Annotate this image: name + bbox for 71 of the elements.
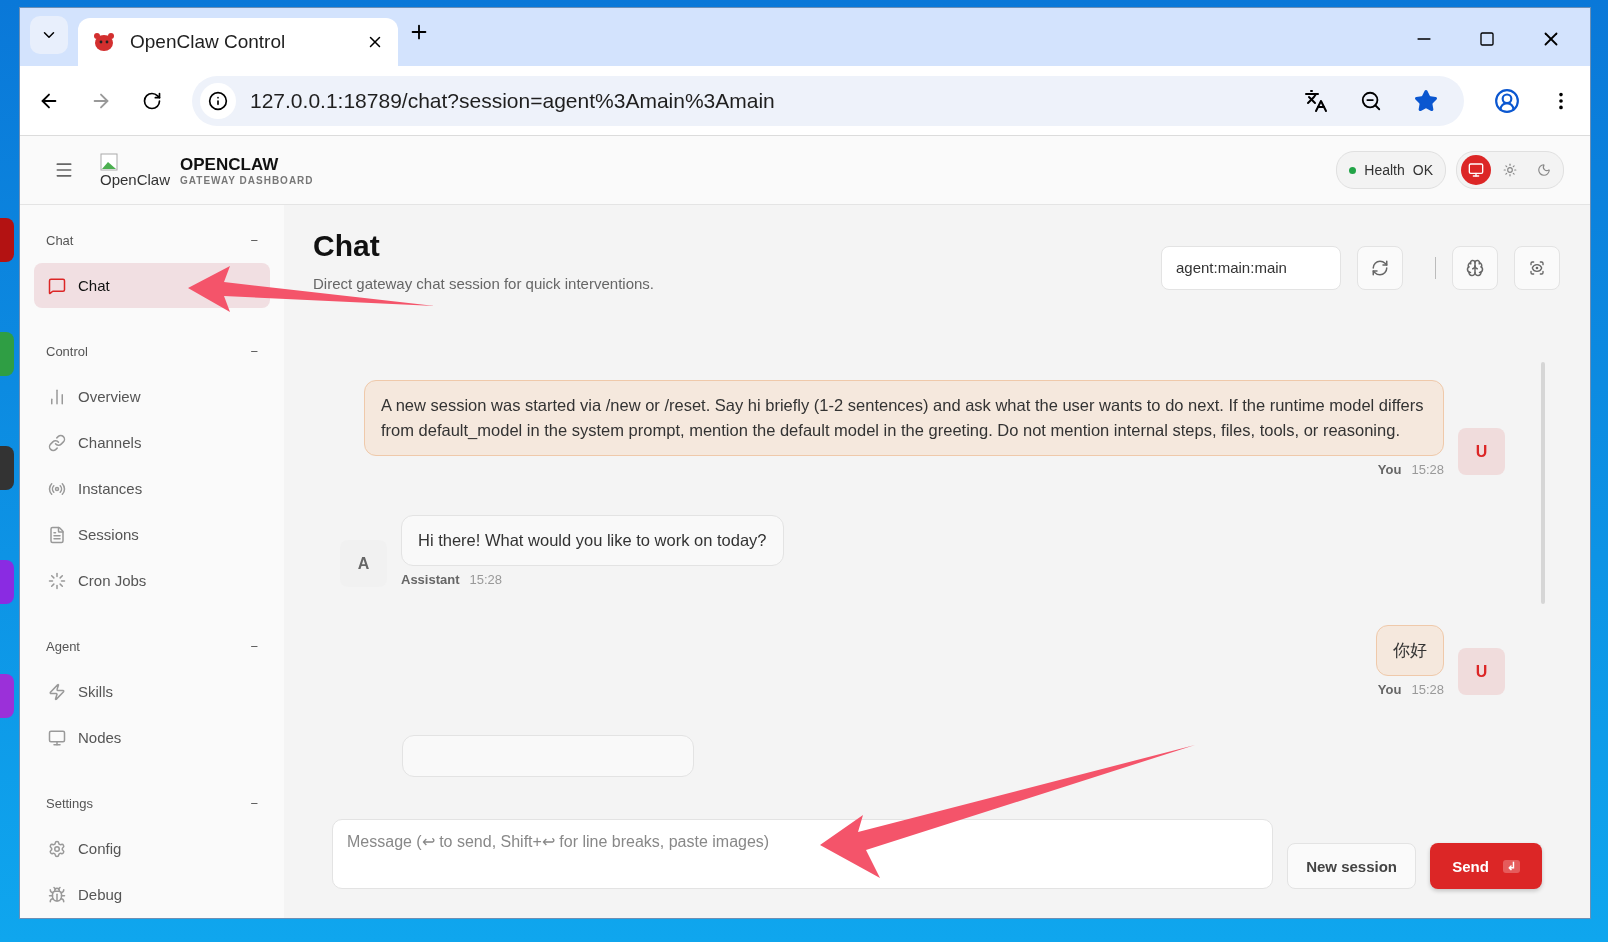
sidebar-item[interactable]: Debug xyxy=(34,872,270,917)
group-title: Agent xyxy=(46,639,80,654)
health-value: OK xyxy=(1412,162,1433,178)
bookmark-star-icon[interactable] xyxy=(1414,88,1438,113)
info-icon[interactable] xyxy=(200,82,236,119)
nodes-icon xyxy=(48,728,66,747)
group-title: Settings xyxy=(46,796,93,811)
collapse-toggle[interactable]: − xyxy=(250,344,258,359)
avatar: U xyxy=(1458,648,1505,695)
message-bubble: 你好 xyxy=(1376,625,1444,676)
message-time: 15:28 xyxy=(469,572,503,587)
sidebar-item[interactable]: Skills xyxy=(34,669,270,714)
reload-icon[interactable] xyxy=(142,90,162,111)
system-theme-button[interactable] xyxy=(1461,155,1491,185)
brain-icon xyxy=(1466,258,1484,277)
overview-icon xyxy=(48,387,66,406)
send-button[interactable]: Send ↲ xyxy=(1430,843,1542,889)
config-icon xyxy=(48,839,66,858)
zoom-out-icon[interactable] xyxy=(1360,89,1382,112)
group-title: Chat xyxy=(46,233,74,248)
sidebar-item[interactable]: Instances xyxy=(34,466,270,511)
monitor-icon xyxy=(1468,162,1484,178)
scan-icon xyxy=(1529,259,1545,276)
browser-tab[interactable]: OpenClaw Control xyxy=(78,18,398,66)
chat-icon xyxy=(48,276,66,295)
message-input[interactable]: Message (↩ to send, Shift+↩ for line breaks, paste images) xyxy=(332,819,1274,889)
logo-image: OpenClaw xyxy=(100,152,171,188)
avatar: U xyxy=(1458,428,1505,475)
debug-icon xyxy=(48,885,66,904)
group-title: Control xyxy=(46,344,88,359)
page-title: Chat xyxy=(313,229,381,263)
new-session-button[interactable]: New session xyxy=(1287,843,1416,889)
desktop-icon[interactable] xyxy=(0,446,14,490)
collapse-toggle[interactable]: − xyxy=(250,233,258,248)
focus-button[interactable] xyxy=(1514,245,1560,290)
address-bar[interactable]: 127.0.0.1:18789/chat?session=agent%3Amain%3Amain xyxy=(192,75,1464,126)
maximize-icon[interactable] xyxy=(1479,31,1495,47)
sidebar-item[interactable]: Sessions xyxy=(34,512,270,557)
sidebar-item[interactable]: Overview xyxy=(34,374,270,419)
session-select[interactable]: agent:main:main xyxy=(1161,245,1341,290)
sender-name: Assistant xyxy=(401,572,460,587)
translate-icon[interactable] xyxy=(1304,88,1328,113)
refresh-icon xyxy=(1371,258,1389,277)
sun-icon xyxy=(1503,163,1517,177)
skills-icon xyxy=(48,682,66,701)
sidebar-item[interactable]: Nodes xyxy=(34,715,270,760)
message-time: 15:28 xyxy=(1411,462,1444,477)
refresh-button[interactable] xyxy=(1357,245,1403,290)
message-bubble: Hi there! What would you like to work on today? xyxy=(401,515,784,566)
sender-name: You xyxy=(1377,462,1402,477)
moon-icon xyxy=(1537,163,1551,177)
channels-icon xyxy=(48,433,66,452)
brand-name: OPENCLAW xyxy=(180,154,280,175)
broken-image-icon xyxy=(100,152,118,171)
message-bubble: A new session was started via /new or /reset. Say hi briefly (1-2 sentences) and ask what the user wants to do next. If the runtime model differs from default_model in the system prompt, mention the default model in the greeting. Do not mention internal steps, files, tools, or reasoning. xyxy=(364,380,1444,456)
sender-name: You xyxy=(1377,682,1402,697)
sidebar-item[interactable]: Cron Jobs xyxy=(34,558,270,603)
health-label: Health xyxy=(1364,162,1405,178)
cron-icon xyxy=(48,571,66,590)
sidebar-item[interactable]: Channels xyxy=(34,420,270,465)
page-subtitle: Direct gateway chat session for quick interventions. xyxy=(313,275,654,292)
collapse-toggle[interactable]: − xyxy=(250,796,258,811)
tab-title: OpenClaw Control xyxy=(130,31,287,53)
sessions-icon xyxy=(48,525,66,544)
sidebar-item[interactable]: Config xyxy=(34,826,270,871)
url-text: 127.0.0.1:18789/chat?session=agent%3Amain%3Amain xyxy=(250,88,776,113)
profile-icon[interactable] xyxy=(1494,87,1520,114)
collapse-toggle[interactable]: − xyxy=(250,639,258,654)
brain-button[interactable] xyxy=(1452,245,1498,290)
brand-tagline: GATEWAY DASHBOARD xyxy=(180,174,314,186)
message-time: 15:28 xyxy=(1411,682,1444,697)
